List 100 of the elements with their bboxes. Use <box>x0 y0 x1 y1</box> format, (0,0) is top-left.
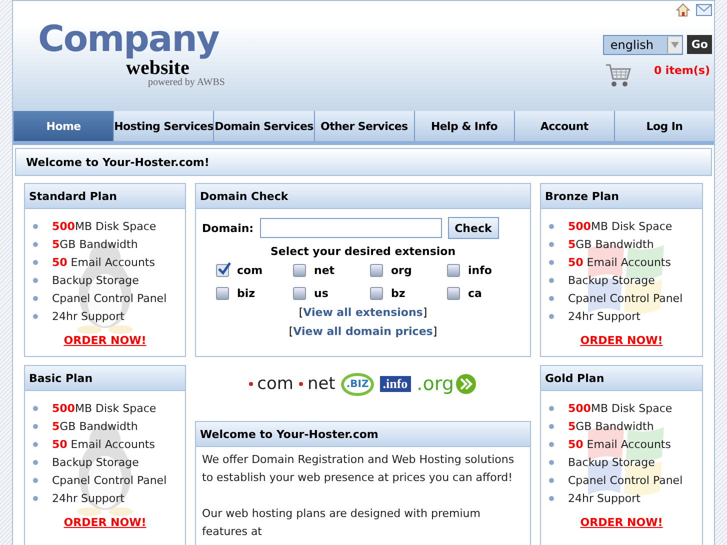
order-link[interactable]: ORDER NOW! <box>64 334 146 347</box>
bullet-icon <box>33 242 38 246</box>
home-icon[interactable] <box>676 3 690 17</box>
nav-tab[interactable]: Other Services <box>314 111 414 141</box>
bullet-icon <box>33 278 38 282</box>
bullet-icon <box>549 314 554 318</box>
tld-logo: com <box>249 374 294 394</box>
check-button[interactable]: Check <box>448 217 499 239</box>
feature-text: 24hr Support <box>52 310 124 322</box>
caret-icon <box>671 42 680 48</box>
bullet-icon <box>33 424 38 428</box>
bullet-icon <box>33 478 38 482</box>
domain-input[interactable] <box>260 218 442 238</box>
card-title: Gold Plan <box>541 366 702 391</box>
feature-text: 500MB Disk Space <box>568 402 672 414</box>
order-link[interactable]: ORDER NOW! <box>580 516 663 529</box>
feature-text: 500MB Disk Space <box>52 220 156 232</box>
extension-label: com <box>237 264 263 277</box>
field-label: Domain: <box>202 222 254 234</box>
extension-label: net <box>314 264 335 277</box>
nav-tab[interactable]: Account <box>514 111 614 141</box>
extension-label: info <box>468 264 492 277</box>
nav-tab[interactable]: Log In <box>614 111 714 141</box>
feature-text: 5GB Bandwidth <box>52 238 138 250</box>
feature-text: 50 Email Accounts <box>568 256 671 268</box>
feature-text: Cpanel Control Panel <box>52 474 167 486</box>
extension-label: ca <box>468 287 482 300</box>
feature-text: 50 Email Accounts <box>52 256 155 268</box>
bracket-text: ] <box>432 325 438 338</box>
checkbox[interactable] <box>370 287 383 300</box>
intro-paragraph: We offer Domain Registration and Web Hosting solutions to establish your web presence at prices you can afford! <box>202 452 516 486</box>
bracket-text: ] <box>422 306 428 319</box>
checkbox[interactable] <box>447 264 460 277</box>
go-button[interactable]: Go <box>687 35 712 54</box>
bullet-icon <box>549 278 554 282</box>
bullet-icon <box>549 224 554 228</box>
logo-subtitle: website <box>126 59 190 77</box>
bullet-icon <box>549 496 554 500</box>
feature-text: 5GB Bandwidth <box>568 238 654 250</box>
feature-text: Cpanel Control Panel <box>568 292 683 304</box>
extension-prompt: Select your desired extension <box>269 245 457 258</box>
language-select[interactable]: english <box>603 35 684 55</box>
bullet-icon <box>33 460 38 464</box>
card-title: Basic Plan <box>25 366 185 391</box>
checkbox[interactable] <box>447 287 460 300</box>
bullet-icon <box>549 296 554 300</box>
checkbox[interactable] <box>293 287 306 300</box>
tld-logo: .BIZ <box>341 372 374 396</box>
checkbox[interactable] <box>370 264 383 277</box>
feature-text: 500MB Disk Space <box>52 402 156 414</box>
checkbox[interactable] <box>216 287 229 300</box>
checkbox[interactable] <box>293 264 306 277</box>
mail-icon[interactable] <box>696 4 712 16</box>
nav-tab[interactable]: Home <box>13 111 114 141</box>
bullet-icon <box>33 224 38 228</box>
feature-text: 24hr Support <box>52 492 124 504</box>
nav-tab[interactable]: Hosting Services <box>113 111 214 141</box>
bullet-icon <box>549 424 554 428</box>
tld-logo: .info <box>380 376 411 392</box>
card-title: Welcome to Your-Hoster.com <box>196 422 530 447</box>
feature-text: Backup Storage <box>568 274 655 286</box>
bullet-icon <box>33 496 38 500</box>
bracket-text: [ <box>298 306 304 319</box>
feature-text: Backup Storage <box>52 456 139 468</box>
nav-tab[interactable]: Help & Info <box>414 111 514 141</box>
feature-text: Cpanel Control Panel <box>52 292 167 304</box>
bullet-icon <box>33 442 38 446</box>
feature-text: 50 Email Accounts <box>568 438 671 450</box>
bullet-icon <box>549 478 554 482</box>
tld-logo: .org <box>416 373 477 395</box>
feature-text: 5GB Bandwidth <box>52 420 138 432</box>
bullet-icon <box>549 460 554 464</box>
welcome-text: Welcome to Your-Hoster.com! <box>26 156 210 168</box>
nav-tab[interactable]: Domain Services <box>213 111 314 141</box>
intro-paragraph: Our web hosting plans are designed with premium features at <box>202 506 482 540</box>
card-title: Domain Check <box>196 184 530 209</box>
logo-text: Company <box>38 21 220 59</box>
feature-text: 24hr Support <box>568 492 640 504</box>
feature-text: 500MB Disk Space <box>568 220 672 232</box>
bullet-icon <box>33 314 38 318</box>
order-link[interactable]: ORDER NOW! <box>580 334 663 347</box>
feature-text: 50 Email Accounts <box>52 438 155 450</box>
bullet-icon <box>549 260 554 264</box>
bullet-icon <box>549 442 554 446</box>
bullet-icon <box>33 296 38 300</box>
feature-text: Cpanel Control Panel <box>568 474 683 486</box>
card-title: Standard Plan <box>25 184 185 209</box>
bullet-icon <box>549 406 554 410</box>
feature-text: 24hr Support <box>568 310 640 322</box>
order-link[interactable]: ORDER NOW! <box>64 516 146 529</box>
bracket-text: [ <box>288 325 294 338</box>
feature-text: 5GB Bandwidth <box>568 420 654 432</box>
feature-text: Backup Storage <box>568 456 655 468</box>
checkbox[interactable] <box>216 264 229 277</box>
extension-label: org <box>391 264 412 277</box>
bullet-icon <box>33 260 38 264</box>
extension-label: us <box>314 287 328 300</box>
bullet-icon <box>33 406 38 410</box>
view-link[interactable]: View all domain prices <box>293 325 433 338</box>
view-link[interactable]: View all extensions <box>303 306 423 319</box>
